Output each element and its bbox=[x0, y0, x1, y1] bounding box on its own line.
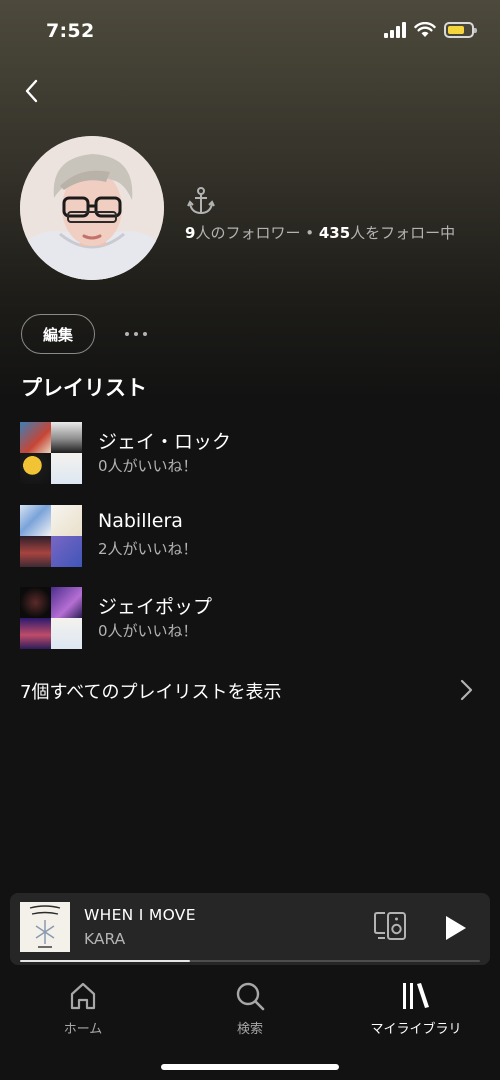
playlist-item[interactable]: ジェイ・ロック 0人がいいね！ bbox=[20, 422, 480, 486]
playlist-cover bbox=[20, 505, 82, 567]
back-button[interactable] bbox=[16, 76, 46, 106]
playlist-likes: 0人がいいね！ bbox=[98, 457, 198, 475]
playlist-title: Nabillera bbox=[98, 510, 183, 532]
show-all-label: 7個すべてのプレイリストを表示 bbox=[20, 682, 282, 703]
home-indicator bbox=[161, 1064, 339, 1070]
profile-screen: 7:52 9人のフォロワー • 435人をフォロー中 編集 プレイリスト ジェイ… bbox=[0, 0, 500, 1080]
edit-profile-button[interactable]: 編集 bbox=[21, 314, 95, 354]
playlist-likes: 2人がいいね！ bbox=[98, 540, 198, 558]
now-playing-title: WHEN I MOVE bbox=[84, 906, 196, 924]
tab-label: マイライブラリ bbox=[370, 1022, 462, 1037]
more-options-button[interactable] bbox=[120, 322, 152, 346]
avatar-portrait bbox=[20, 136, 164, 280]
status-time: 7:52 bbox=[46, 20, 95, 42]
playlist-title: ジェイ・ロック bbox=[98, 431, 232, 453]
connect-device-icon[interactable] bbox=[374, 911, 408, 941]
more-dot bbox=[143, 332, 147, 336]
wifi-icon bbox=[414, 22, 436, 37]
anchor-icon bbox=[186, 186, 216, 216]
battery-icon bbox=[444, 22, 477, 38]
tab-home[interactable]: ホーム bbox=[13, 978, 153, 1042]
chevron-right-icon bbox=[460, 679, 473, 701]
search-icon bbox=[236, 982, 265, 1011]
battery-level bbox=[448, 26, 464, 34]
stats-separator: • bbox=[300, 224, 319, 242]
playlists-section-title: プレイリスト bbox=[21, 376, 147, 400]
following-label[interactable]: 人をフォロー中 bbox=[350, 224, 455, 242]
followers-label[interactable]: 人のフォロワー bbox=[195, 224, 300, 242]
tab-search[interactable]: 検索 bbox=[180, 978, 320, 1042]
tab-label: 検索 bbox=[236, 1022, 263, 1037]
playlist-item[interactable]: Nabillera 2人がいいね！ bbox=[20, 505, 480, 569]
followers-count[interactable]: 9 bbox=[185, 224, 195, 242]
home-icon bbox=[70, 982, 96, 1010]
playlist-item[interactable]: ジェイポップ 0人がいいね！ bbox=[20, 587, 480, 651]
playback-progress-fill bbox=[20, 960, 191, 962]
library-icon bbox=[403, 983, 429, 1009]
play-button[interactable] bbox=[440, 913, 470, 943]
more-dot bbox=[134, 332, 138, 336]
now-playing-artwork bbox=[20, 902, 70, 952]
cellular-signal-icon bbox=[384, 22, 406, 38]
following-count[interactable]: 435 bbox=[319, 224, 350, 242]
mini-player[interactable]: WHEN I MOVE KARA bbox=[10, 893, 490, 965]
chevron-left-icon bbox=[25, 79, 38, 103]
follow-stats: 9人のフォロワー • 435人をフォロー中 bbox=[185, 222, 455, 243]
playlist-likes: 0人がいいね！ bbox=[98, 622, 198, 640]
playlist-title: ジェイポップ bbox=[98, 596, 213, 618]
play-icon bbox=[446, 916, 466, 940]
more-horizontal-icon bbox=[125, 332, 129, 336]
show-all-playlists-button[interactable]: 7個すべてのプレイリストを表示 bbox=[20, 672, 480, 708]
profile-avatar[interactable] bbox=[20, 136, 164, 280]
status-icons bbox=[384, 22, 477, 38]
status-bar: 7:52 bbox=[0, 0, 500, 60]
now-playing-artist: KARA bbox=[84, 930, 126, 948]
playlist-cover bbox=[20, 422, 82, 484]
playback-progress[interactable] bbox=[20, 960, 480, 962]
tab-label: ホーム bbox=[63, 1022, 103, 1037]
tab-library[interactable]: マイライブラリ bbox=[346, 978, 486, 1042]
playlist-cover bbox=[20, 587, 82, 649]
